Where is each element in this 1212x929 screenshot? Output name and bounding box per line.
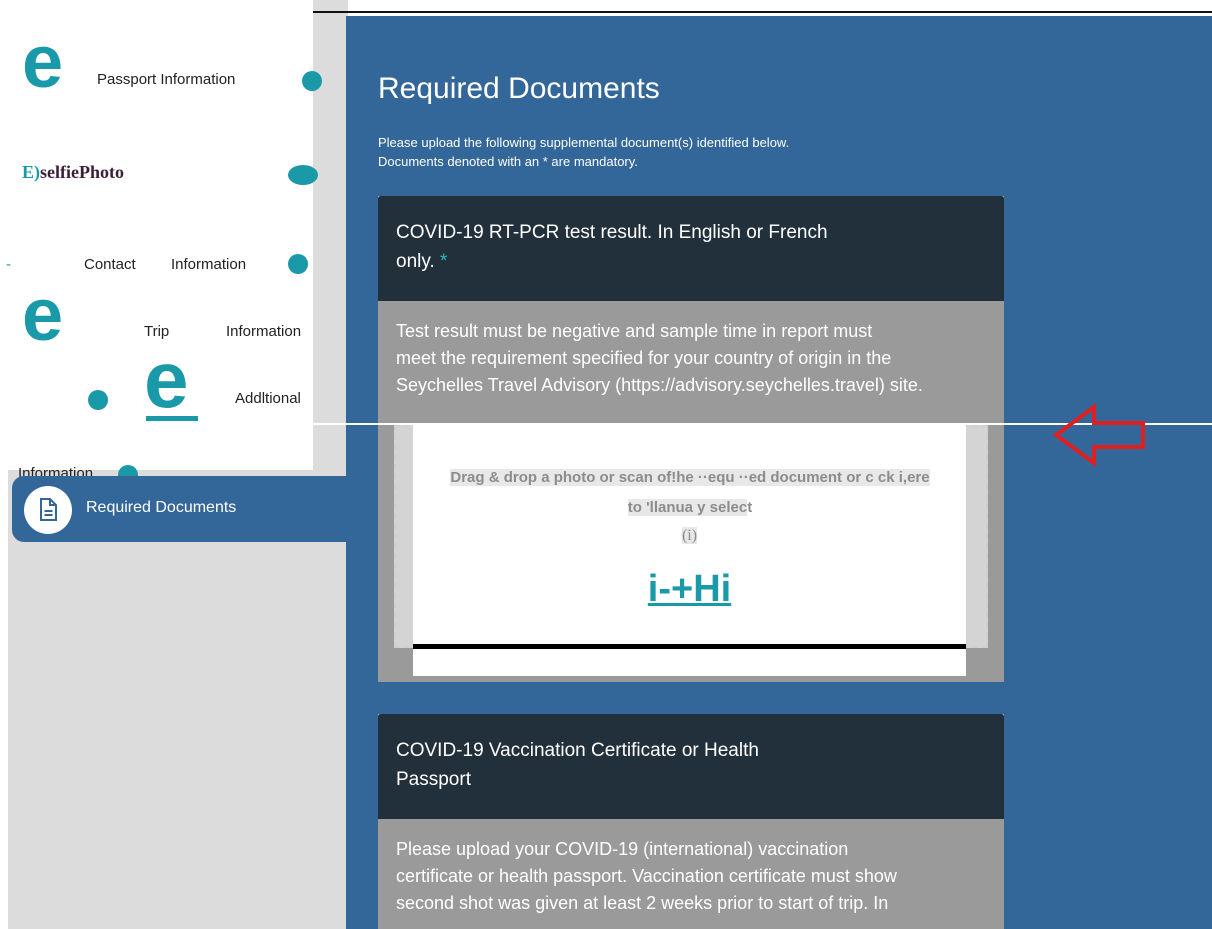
document-icon	[24, 486, 72, 534]
dropzone-line-2a: to 'llanua y selec	[627, 499, 748, 516]
left-arrow-icon	[1052, 403, 1145, 467]
card-description: Please upload your COVID-19 (internation…	[396, 836, 986, 917]
step-dash: -	[6, 256, 11, 273]
step-dot-icon	[88, 390, 108, 410]
document-card-vaccination: COVID-19 Vaccination Certificate or Heal…	[378, 714, 1004, 929]
step-underline	[146, 416, 198, 421]
intro-line-1: Please upload the following supplemental…	[378, 135, 790, 150]
step-complete-icon: e	[22, 273, 64, 356]
card-body-line-3: Seychelles Travel Advisory (https://advi…	[396, 375, 923, 395]
upload-link[interactable]: i-+Hi	[413, 568, 966, 611]
card-body-line-2: meet the requirement specified for your …	[396, 348, 892, 368]
card-body-line-2: certificate or health passport. Vaccinat…	[396, 866, 897, 886]
dropzone-bottom-bar	[413, 644, 966, 649]
step-dot-icon	[288, 254, 308, 274]
card-title-line-1: COVID-19 Vaccination Certificate or Heal…	[396, 740, 759, 761]
card-description: Test result must be negative and sample …	[396, 318, 986, 399]
step-dot-icon	[302, 71, 322, 91]
sidebar-item-required-documents[interactable]: Required Documents	[12, 476, 346, 542]
step-dot-icon	[288, 165, 318, 185]
sidebar-item-selfie-photo[interactable]: E)selfiePhoto	[22, 162, 124, 183]
dropzone-instructions: Drag & drop a photo or scan of!he ··equ …	[420, 463, 960, 523]
selfie-prefix: E)	[22, 162, 40, 182]
card-header: COVID-19 RT-PCR test result. In English …	[378, 196, 1004, 301]
card-title-line-1: COVID-19 RT-PCR test result. In English …	[396, 222, 828, 243]
card-header: COVID-19 Vaccination Certificate or Heal…	[378, 714, 1004, 819]
card-body-line-1: Test result must be negative and sample …	[396, 321, 873, 341]
page-title: Required Documents	[378, 72, 660, 105]
selfie-label: selfiePhoto	[40, 162, 124, 182]
top-divider	[313, 11, 1212, 13]
sidebar-item-label: Required Documents	[86, 499, 237, 516]
sidebar-item-contact-label[interactable]: Contact	[84, 256, 136, 273]
card-title-line-2: only.	[396, 251, 435, 272]
sidebar-item-contact-information[interactable]: Information	[171, 256, 246, 273]
step-complete-icon: e	[144, 335, 189, 424]
file-dropzone[interactable]	[413, 424, 966, 676]
intro-text: Please upload the following supplemental…	[378, 133, 789, 171]
intro-line-2: Documents denoted with an * are mandator…	[378, 154, 638, 169]
sidebar-item-additional[interactable]: Addltional	[235, 390, 301, 407]
info-icon-label: (i)	[681, 527, 698, 544]
mandatory-star: *	[440, 251, 448, 272]
dropzone-line-2b: t	[747, 499, 753, 516]
sidebar-item-passport-information[interactable]: Passport Information	[97, 71, 235, 88]
step-complete-icon: e	[22, 20, 64, 103]
card-body-line-3: second shot was given at least 2 weeks p…	[396, 893, 889, 913]
card-body-line-1: Please upload your COVID-19 (internation…	[396, 839, 849, 859]
card-title-line-2: Passport	[396, 769, 471, 790]
info-icon[interactable]: (i)	[413, 527, 966, 545]
sidebar-item-trip-information[interactable]: Information	[226, 323, 301, 340]
dropzone-line-1: Drag & drop a photo or scan of!he ··equ …	[450, 469, 930, 486]
